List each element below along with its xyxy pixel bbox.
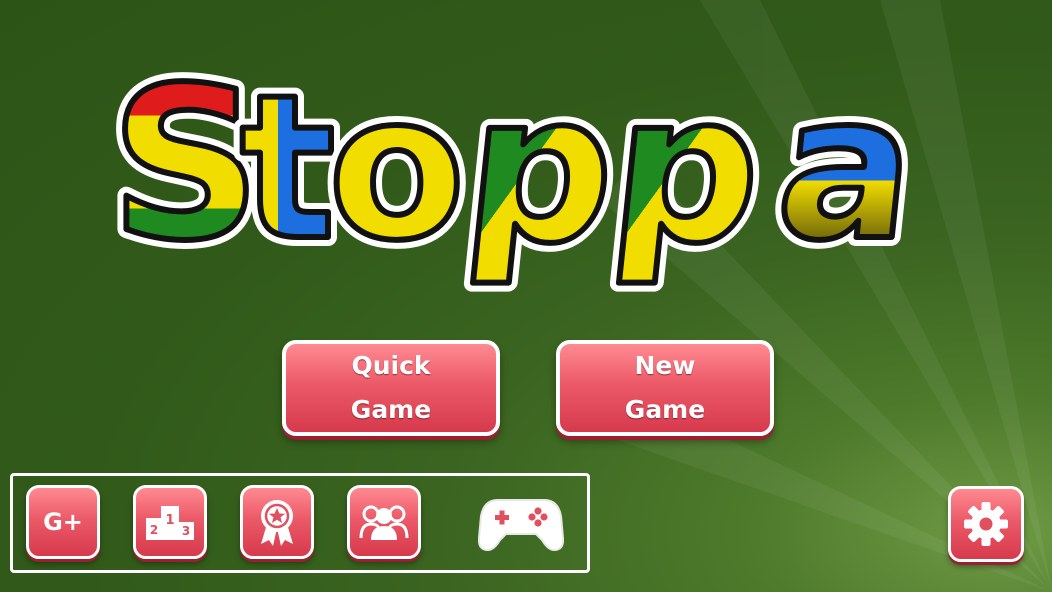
gamepad-icon xyxy=(477,499,565,552)
new-game-label-line2: Game xyxy=(624,395,706,424)
settings-button[interactable] xyxy=(948,486,1024,562)
svg-text:a: a xyxy=(768,53,927,285)
leaderboard-icon: 1 2 3 xyxy=(146,506,194,540)
quick-game-label-line1: Quick xyxy=(351,351,431,380)
svg-text:p: p xyxy=(601,52,773,289)
podium-second: 2 xyxy=(150,523,158,537)
gear-icon xyxy=(964,502,1008,546)
achievements-button[interactable] xyxy=(240,485,314,559)
quick-game-label-line2: Game xyxy=(350,395,432,424)
google-plus-button[interactable]: G+ xyxy=(26,485,100,559)
google-plus-icon: G+ xyxy=(43,508,83,536)
quick-game-button[interactable]: Quick Game xyxy=(282,340,500,436)
achievement-icon xyxy=(261,500,293,546)
new-game-button[interactable]: New Game xyxy=(556,340,774,436)
svg-text:o: o xyxy=(328,52,465,285)
svg-text:S: S xyxy=(110,52,261,287)
multiplayer-button[interactable] xyxy=(347,485,421,559)
svg-text:t: t xyxy=(240,52,336,285)
multiplayer-icon xyxy=(359,505,409,540)
new-game-label-line1: New xyxy=(634,351,696,380)
leaderboard-button[interactable]: 1 2 3 xyxy=(133,485,207,559)
svg-text:p: p xyxy=(455,52,627,289)
podium-third: 3 xyxy=(182,524,190,538)
podium-first: 1 xyxy=(165,513,174,528)
play-games-button[interactable] xyxy=(477,494,565,554)
stoppa-logo: S S t t o o p p p p a a xyxy=(110,52,936,298)
